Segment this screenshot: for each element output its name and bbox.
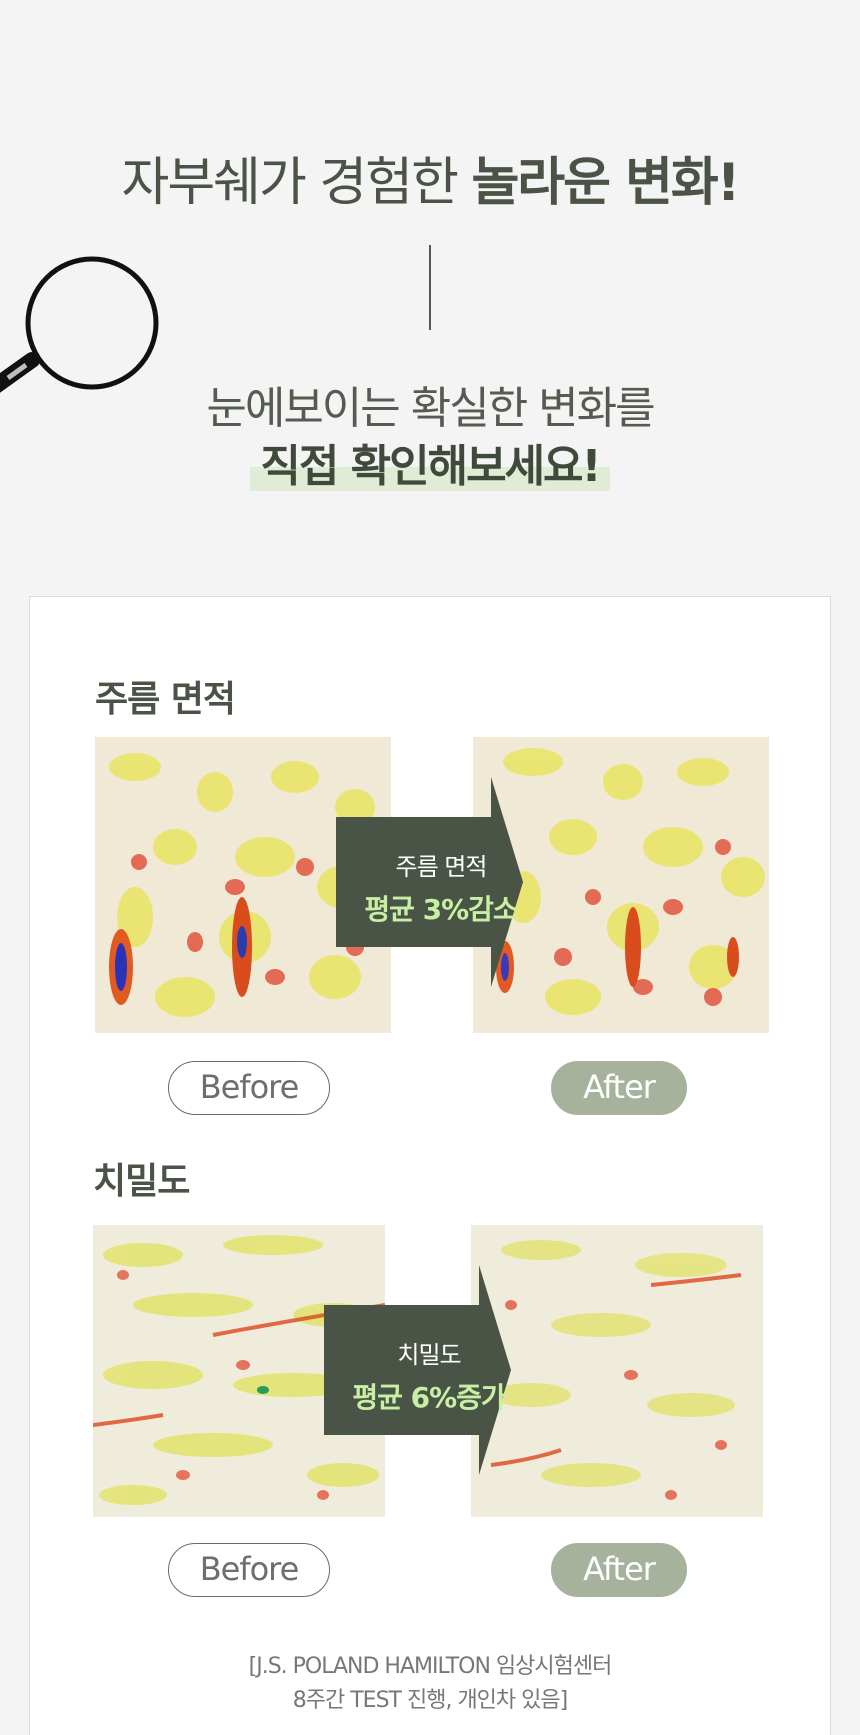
headline-bold: 놀라운 변화! — [471, 153, 740, 213]
wrinkle-after-badge: After — [551, 1061, 687, 1115]
density-before-badge: Before — [168, 1543, 330, 1597]
wrinkle-arrow-label: 주름 면적 — [395, 853, 488, 881]
wrinkle-before-badge: Before — [168, 1061, 330, 1115]
density-result-arrow: 치밀도 평균 6%증가 — [324, 1265, 534, 1475]
vertical-divider — [429, 245, 431, 330]
subheading-line2: 직접 확인해보세요! — [250, 430, 610, 494]
density-arrow-value: 평균 6%증가 — [352, 1381, 506, 1414]
footnote: [J.S. POLAND HAMILTON 임상시험센터 8주간 TEST 진행… — [0, 1650, 860, 1718]
footnote-line2: 8주간 TEST 진행, 개인차 있음] — [292, 1688, 568, 1713]
subheading-line1: 눈에보이는 확실한 변화를 — [206, 383, 655, 434]
wrinkle-arrow-value: 평균 3%감소 — [364, 893, 518, 926]
subheading-line2-text: 직접 확인해보세요! — [260, 441, 601, 492]
footnote-line1: [J.S. POLAND HAMILTON 임상시험센터 — [248, 1654, 613, 1679]
section-title-wrinkle: 주름 면적 — [95, 679, 236, 720]
wrinkle-result-arrow: 주름 면적 평균 3%감소 — [336, 777, 546, 987]
headline-light: 자부쉐가 경험한 — [121, 153, 472, 213]
density-after-badge: After — [551, 1543, 687, 1597]
density-arrow-label: 치밀도 — [397, 1341, 461, 1369]
section-title-density: 치밀도 — [93, 1161, 190, 1202]
headline: 자부쉐가 경험한 놀라운 변화! — [0, 140, 860, 215]
